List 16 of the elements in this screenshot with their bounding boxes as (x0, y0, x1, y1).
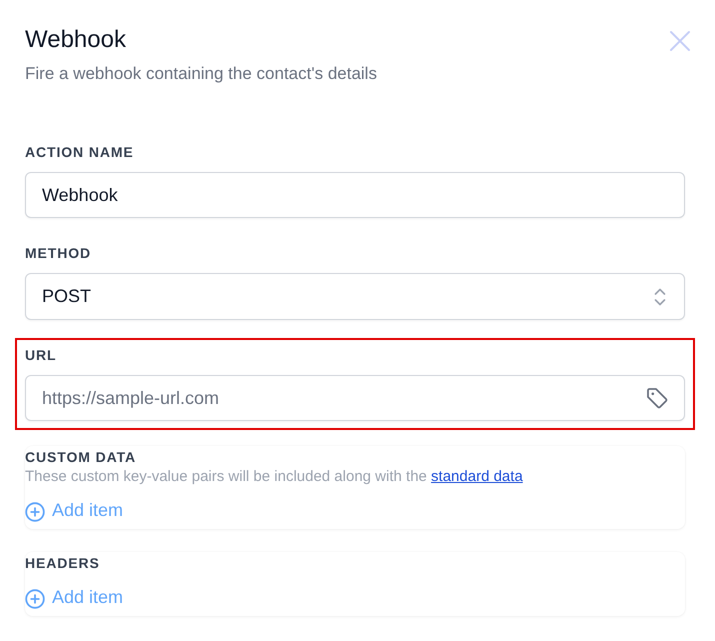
chevron-updown-icon (654, 288, 666, 306)
plus-circle-icon (25, 502, 45, 522)
dialog-title: Webhook (25, 26, 126, 54)
select-field[interactable]: POST (25, 273, 685, 320)
field-label: METHOD (25, 244, 92, 263)
plus-circle-icon (25, 589, 45, 609)
section-label: CUSTOM DATA (25, 448, 136, 467)
field-label: URL (25, 346, 56, 365)
dialog-subtitle: Fire a webhook containing the contact's details (25, 63, 377, 85)
section-label: HEADERS (25, 554, 100, 573)
standard-data-link[interactable]: standard data (431, 468, 523, 485)
tag-icon[interactable] (646, 387, 668, 409)
field-label: ACTION NAME (25, 143, 134, 162)
text-input[interactable]: Webhook (25, 172, 685, 218)
section-description: These custom key-value pairs will be included along with the standard data (25, 467, 523, 487)
url-input[interactable]: https://sample-url.com (25, 375, 685, 421)
